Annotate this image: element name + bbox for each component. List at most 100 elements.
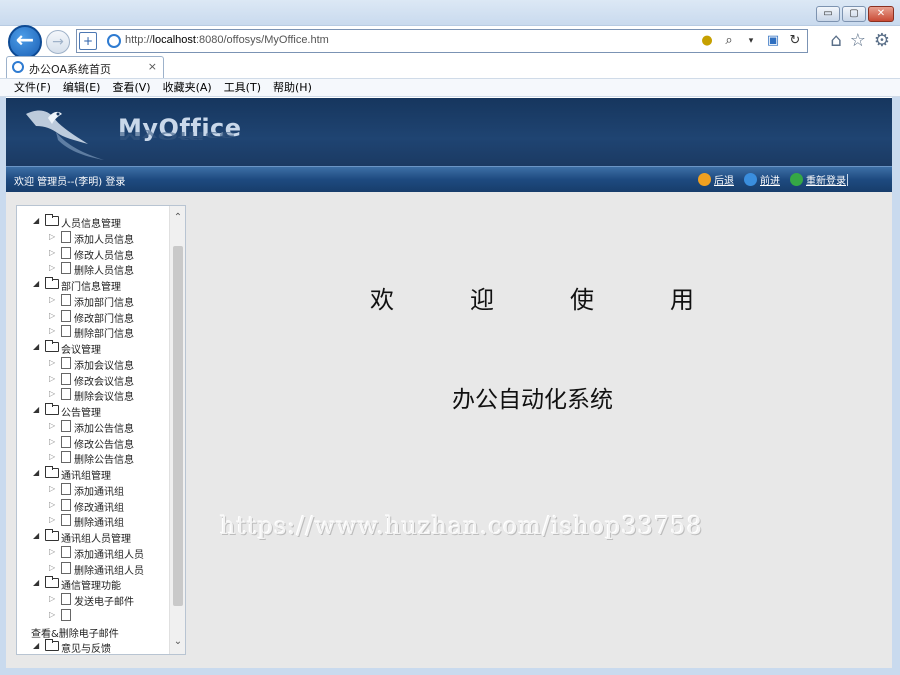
tab-title: 办公OA系统首页: [29, 63, 111, 76]
system-name: 办公自动化系统: [452, 387, 613, 413]
tree-group[interactable]: ◢ 通讯组管理: [17, 466, 169, 482]
tree-item[interactable]: ▷ 删除公告信息: [17, 450, 169, 466]
addon-icon[interactable]: ●: [699, 32, 715, 50]
tree-item-label: 查看&删除电子邮件: [31, 628, 119, 640]
forward-arrow-icon[interactable]: →: [46, 30, 70, 54]
ie-tab-icon: [12, 61, 24, 73]
address-bar[interactable]: + http://localhost:8080/offosys/MyOffice…: [76, 29, 808, 53]
minimize-button[interactable]: ▭: [816, 6, 840, 22]
rss-icon[interactable]: ▣: [765, 32, 781, 50]
tree-group[interactable]: ◢ 会议管理: [17, 340, 169, 356]
tree-group-label: 公告管理: [61, 408, 101, 419]
menu-edit[interactable]: 编辑(E): [57, 79, 107, 96]
tree-group[interactable]: ◢ 部门信息管理: [17, 277, 169, 293]
tab-active[interactable]: 办公OA系统首页 ×: [6, 56, 164, 78]
collapsed-triangle-icon: ▷: [49, 515, 56, 525]
relogin-link-label: 重新登录: [806, 176, 846, 187]
document-icon: [61, 230, 71, 243]
menu-help[interactable]: 帮助(H): [267, 79, 318, 96]
window-bottom-edge: [0, 668, 900, 675]
maximize-button[interactable]: ▢: [842, 6, 866, 22]
tree-group[interactable]: ◢ 通讯组人员管理: [17, 529, 169, 545]
dropdown-icon[interactable]: ▾: [743, 32, 759, 50]
address-actions: ● ⌕ ▾ ▣ ↻: [699, 32, 803, 50]
collapsed-triangle-icon: ▷: [49, 326, 56, 336]
ie-page-icon: [107, 34, 121, 48]
tree-item[interactable]: ▷ 删除人员信息: [17, 261, 169, 277]
close-window-button[interactable]: ✕: [868, 6, 894, 22]
tree-item[interactable]: ▷ 添加公告信息: [17, 419, 169, 435]
tree-item[interactable]: ▷ 发送电子邮件: [17, 592, 169, 608]
expanded-triangle-icon[interactable]: ◢: [33, 342, 39, 351]
home-icon[interactable]: ⌂: [830, 30, 841, 51]
url-text[interactable]: http://localhost:8080/offosys/MyOffice.h…: [125, 34, 329, 46]
tab-close-icon[interactable]: ×: [148, 60, 157, 73]
compatibility-view-icon[interactable]: +: [79, 32, 97, 50]
tree-item[interactable]: ▷ 添加通讯组: [17, 482, 169, 498]
tree-item[interactable]: ▷ 删除会议信息: [17, 387, 169, 403]
tree-group-label: 通讯组人员管理: [61, 534, 131, 545]
folder-icon: [45, 466, 59, 478]
tree-group-label: 人员信息管理: [61, 219, 121, 230]
document-icon: [61, 514, 71, 527]
tree-item[interactable]: ▷ 删除通讯组: [17, 513, 169, 529]
tree-item[interactable]: ▷ 修改公告信息: [17, 435, 169, 451]
document-icon: [61, 608, 71, 621]
refresh-icon[interactable]: ↻: [787, 32, 803, 50]
relogin-link[interactable]: 重新登录: [790, 172, 846, 187]
tree-item[interactable]: ▷ 修改部门信息: [17, 309, 169, 325]
tree-group-label: 通信管理功能: [61, 581, 121, 593]
tree-item[interactable]: ▷ 修改通讯组: [17, 498, 169, 514]
document-icon: [61, 246, 71, 259]
tree-text-item[interactable]: 查看&删除电子邮件: [17, 624, 169, 640]
tree-item[interactable]: ▷ 修改人员信息: [17, 246, 169, 262]
back-link[interactable]: 后退: [698, 172, 734, 187]
collapsed-triangle-icon: ▷: [49, 247, 56, 257]
tree-item-label: 添加会议信息: [74, 360, 134, 372]
expanded-triangle-icon[interactable]: ◢: [33, 279, 39, 288]
document-icon: [61, 451, 71, 464]
tab-row: 办公OA系统首页 ×: [0, 56, 900, 78]
search-icon[interactable]: ⌕: [721, 32, 737, 50]
tree-item[interactable]: ▷ 添加通讯组人员: [17, 545, 169, 561]
document-icon: [61, 545, 71, 558]
tree-item[interactable]: ▷: [17, 608, 169, 624]
expanded-triangle-icon[interactable]: ◢: [33, 405, 39, 414]
sidebar-tree-panel: ◢ 人员信息管理 ▷ 添加人员信息 ▷ 修改人员信息 ▷ 删除人员信息 ◢ 部门信息管理 ▷ 添加部门…: [16, 205, 186, 655]
scroll-up-icon[interactable]: ⌃: [170, 210, 185, 226]
tree-item-label: 修改部门信息: [74, 313, 134, 325]
forward-link[interactable]: 前进: [744, 172, 780, 187]
folder-icon: [45, 277, 59, 289]
folder-icon: [45, 340, 59, 352]
expanded-triangle-icon[interactable]: ◢: [33, 578, 39, 587]
tree-group[interactable]: ◢ 意见与反馈: [17, 639, 169, 654]
scroll-down-icon[interactable]: ⌄: [170, 634, 185, 650]
menu-view[interactable]: 查看(V): [106, 79, 156, 96]
menu-favorites[interactable]: 收藏夹(A): [157, 79, 218, 96]
tree-item[interactable]: ▷ 删除通讯组人员: [17, 561, 169, 577]
settings-gear-icon[interactable]: ⚙: [874, 30, 890, 51]
tree-item[interactable]: ▷ 修改会议信息: [17, 372, 169, 388]
expanded-triangle-icon[interactable]: ◢: [33, 531, 39, 540]
favorites-star-icon[interactable]: ☆: [850, 30, 866, 51]
tree-item[interactable]: ▷ 添加部门信息: [17, 293, 169, 309]
tree-item[interactable]: ▷ 添加会议信息: [17, 356, 169, 372]
tree-group[interactable]: ◢ 人员信息管理: [17, 214, 169, 230]
sidebar-scrollbar[interactable]: ⌃ ⌄: [169, 206, 185, 654]
tree-group[interactable]: ◢ 公告管理: [17, 403, 169, 419]
info-bar: 欢迎 管理员--(李明) 登录 后退 前进 重新登录: [6, 166, 892, 192]
collapsed-triangle-icon: ▷: [49, 294, 56, 304]
scroll-thumb[interactable]: [173, 246, 183, 606]
tree-item[interactable]: ▷ 添加人员信息: [17, 230, 169, 246]
menu-file[interactable]: 文件(F): [8, 79, 57, 96]
document-icon: [61, 293, 71, 306]
expanded-triangle-icon[interactable]: ◢: [33, 216, 39, 225]
back-link-label: 后退: [714, 176, 734, 187]
tree-group[interactable]: ◢ 通信管理功能: [17, 576, 169, 592]
expanded-triangle-icon[interactable]: ◢: [33, 468, 39, 477]
relogin-door-icon: [790, 173, 803, 186]
menu-tools[interactable]: 工具(T): [218, 79, 267, 96]
expanded-triangle-icon[interactable]: ◢: [33, 641, 39, 650]
tree-item[interactable]: ▷ 删除部门信息: [17, 324, 169, 340]
back-arrow-icon[interactable]: ←: [8, 25, 42, 59]
